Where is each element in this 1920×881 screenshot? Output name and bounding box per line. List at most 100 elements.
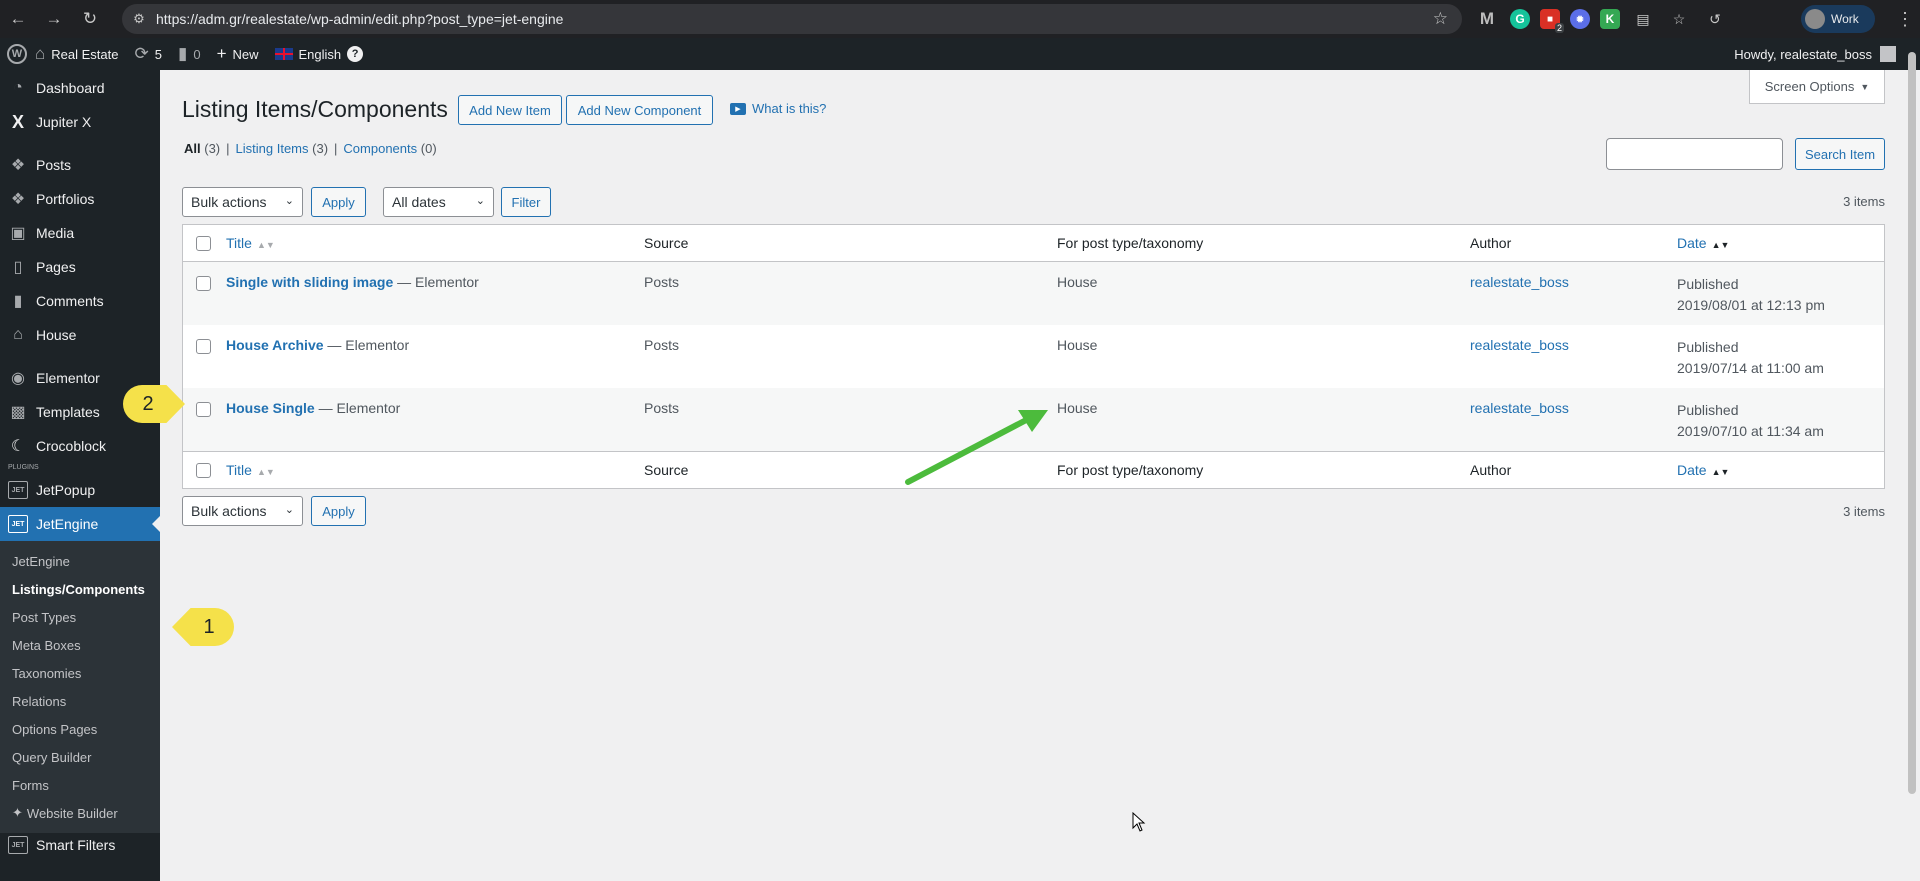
browser-toolbar: ← → ↻ ⚙ https://adm.gr/realestate/wp-adm… (0, 0, 1920, 38)
sidebar-item-smart-filters[interactable]: JET Smart Filters (0, 833, 160, 857)
select-all-checkbox[interactable] (196, 463, 211, 478)
row-author-link[interactable]: realestate_boss (1470, 274, 1569, 290)
forward-icon[interactable]: → (36, 0, 72, 38)
what-is-this-link[interactable]: ▶ What is this? (730, 101, 826, 116)
dates-select[interactable]: All dates ⌄ (383, 187, 494, 217)
sidebar-item-portfolios[interactable]: ❖ Portfolios (0, 182, 160, 216)
blue-extension-icon[interactable]: ✹ (1570, 9, 1590, 29)
select-all-checkbox[interactable] (196, 236, 211, 251)
sidebar-item-dashboard[interactable]: ◔ Dashboard (0, 71, 160, 105)
sidebar-item-house[interactable]: ⌂ House (0, 318, 160, 352)
sidebar-item-jetpopup[interactable]: JET JetPopup (0, 473, 160, 507)
account-menu[interactable]: Howdy, realestate_boss (1734, 38, 1896, 70)
submenu-item-post-types[interactable]: Post Types (0, 603, 160, 631)
comments-link[interactable]: ▮ 0 (170, 38, 209, 70)
malwarebytes-extension-icon[interactable]: M (1474, 6, 1500, 32)
sidebar-item-jetengine[interactable]: JET JetEngine (0, 507, 160, 541)
filter-listing-items[interactable]: Listing Items (3) (236, 141, 329, 156)
sidebar-item-label: Pages (36, 259, 76, 275)
history-icon[interactable]: ↺ (1702, 6, 1728, 32)
row-checkbox[interactable] (196, 402, 211, 417)
bulk-actions-select[interactable]: Bulk actions ⌄ (182, 187, 303, 217)
bookmarks-star-icon[interactable]: ☆ (1666, 6, 1692, 32)
row-source: Posts (644, 337, 680, 353)
sidebar-item-label: Elementor (36, 370, 100, 386)
sidebar-item-label: Portfolios (36, 191, 95, 207)
sidebar-item-jupiter-x[interactable]: X Jupiter X (0, 105, 160, 139)
back-icon[interactable]: ← (0, 0, 36, 38)
submenu-item-relations[interactable]: Relations (0, 687, 160, 715)
filter-button[interactable]: Filter (501, 187, 551, 217)
row-title-link[interactable]: House Archive (226, 337, 324, 353)
new-content-link[interactable]: + New (209, 38, 267, 70)
submenu-item-jetengine[interactable]: JetEngine (0, 547, 160, 575)
sidebar-item-media[interactable]: ▣ Media (0, 216, 160, 250)
page-title: Listing Items/Components (182, 96, 448, 122)
updates-link[interactable]: ⟳ 5 (126, 38, 169, 70)
site-info-icon[interactable]: ⚙ (122, 11, 156, 27)
add-new-item-button[interactable]: Add New Item (458, 95, 562, 125)
filter-all[interactable]: All (3) (184, 141, 220, 156)
column-title-header[interactable]: Title ▲▼ (226, 235, 275, 251)
row-checkbox[interactable] (196, 276, 211, 291)
sidebar-item-posts[interactable]: ❖ Posts (0, 148, 160, 182)
apply-button[interactable]: Apply (311, 187, 366, 217)
help-icon[interactable]: ? (347, 46, 364, 62)
row-title-link[interactable]: Single with sliding image (226, 274, 393, 290)
extensions-puzzle-icon[interactable]: ▤ (1630, 6, 1656, 32)
submenu-item-forms[interactable]: Forms (0, 771, 160, 799)
submenu-item-listings-components[interactable]: Listings/Components (0, 575, 160, 603)
submenu-item-taxonomies[interactable]: Taxonomies (0, 659, 160, 687)
filter-components[interactable]: Components (0) (343, 141, 436, 156)
url-text[interactable]: https://adm.gr/realestate/wp-admin/edit.… (156, 11, 563, 27)
home-icon: ⌂ (35, 44, 46, 63)
video-play-icon: ▶ (730, 102, 746, 115)
jetengine-submenu: JetEngine Listings/Components Post Types… (0, 541, 160, 833)
plus-icon: + (216, 44, 227, 63)
row-source: Posts (644, 274, 680, 290)
sidebar-item-crocoblock[interactable]: ☾ Crocoblock (0, 429, 160, 463)
language-switcher[interactable]: English ? (267, 38, 372, 70)
reload-icon[interactable]: ↻ (72, 0, 108, 38)
page-scrollbar[interactable] (1908, 52, 1916, 794)
submenu-item-query-builder[interactable]: Query Builder (0, 743, 160, 771)
pin-icon: ❖ (10, 157, 26, 174)
plugins-section-label: PLUGINS (8, 464, 39, 471)
submenu-item-label: Website Builder (26, 805, 118, 821)
howdy-text: Howdy, realestate_boss (1734, 46, 1872, 62)
k-extension-icon[interactable]: K (1600, 9, 1620, 29)
grammarly-extension-icon[interactable]: G (1510, 9, 1530, 29)
dashboard-icon: ◔ (13, 79, 23, 96)
current-menu-arrow (152, 516, 160, 532)
sidebar-item-pages[interactable]: ▯ Pages (0, 250, 160, 284)
submenu-item-options-pages[interactable]: Options Pages (0, 715, 160, 743)
submenu-item-meta-boxes[interactable]: Meta Boxes (0, 631, 160, 659)
sidebar-item-comments[interactable]: ▮ Comments (0, 284, 160, 318)
search-item-button[interactable]: Search Item (1795, 138, 1885, 170)
row-author-link[interactable]: realestate_boss (1470, 400, 1569, 416)
sort-icon: ▲▼ (1711, 467, 1730, 477)
column-title-footer[interactable]: Title ▲▼ (226, 462, 275, 478)
sidebar-item-label: Dashboard (36, 80, 105, 96)
sidebar-item-label: JetPopup (36, 482, 96, 498)
site-name-link[interactable]: ⌂ Real Estate (27, 38, 126, 70)
wordpress-logo-icon[interactable]: W (7, 44, 27, 64)
red-extension-icon[interactable]: ■ 2 (1540, 9, 1564, 33)
row-title-link[interactable]: House Single (226, 400, 315, 416)
profile-button[interactable]: Work (1801, 5, 1875, 33)
admin-sidebar: ◔ Dashboard X Jupiter X ❖ Posts ❖ Portfo… (0, 70, 160, 881)
add-new-component-button[interactable]: Add New Component (566, 95, 713, 125)
column-date-header[interactable]: Date ▲▼ (1677, 235, 1729, 251)
apply-button-bottom[interactable]: Apply (311, 496, 366, 526)
bookmark-star-icon[interactable]: ☆ (1433, 9, 1448, 29)
search-input[interactable] (1606, 138, 1783, 170)
browser-menu-icon[interactable]: ⋮ (1890, 0, 1920, 38)
address-bar[interactable]: ⚙ https://adm.gr/realestate/wp-admin/edi… (122, 4, 1462, 34)
row-checkbox[interactable] (196, 339, 211, 354)
folder-icon: ▩ (10, 404, 26, 421)
column-date-footer[interactable]: Date ▲▼ (1677, 462, 1729, 478)
submenu-item-website-builder[interactable]: ✦ Website Builder (0, 799, 160, 827)
row-author-link[interactable]: realestate_boss (1470, 337, 1569, 353)
screen-options-button[interactable]: Screen Options ▼ (1749, 70, 1885, 104)
bulk-actions-select-bottom[interactable]: Bulk actions ⌄ (182, 496, 303, 526)
